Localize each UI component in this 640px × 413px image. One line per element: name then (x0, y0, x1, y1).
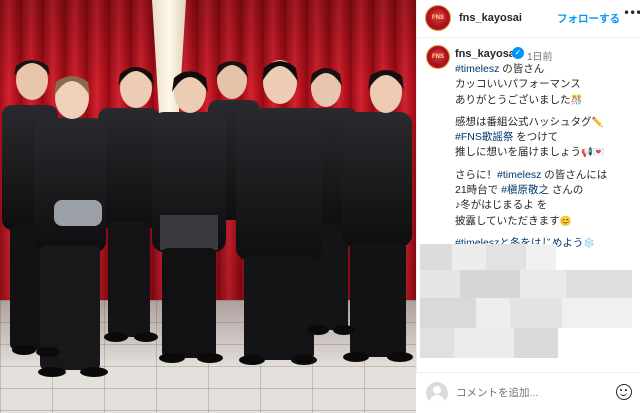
account-avatar[interactable]: FNS (425, 5, 451, 31)
user-avatar[interactable] (426, 382, 448, 404)
pencil-icon: ✏️ (591, 116, 604, 128)
caption-line-2: カッコいいパフォーマンス (455, 78, 581, 91)
hashtag-link[interactable]: #timelesz (455, 63, 499, 75)
caption-line-1: #timelesz の皆さん (455, 63, 545, 75)
caption-line-4: 感想は番組公式ハッシュタグ✏️ (455, 115, 604, 128)
person-2 (34, 76, 106, 370)
caption-line-6: 推しに想いを届けましょう📢💌 (455, 146, 605, 159)
caption-username[interactable]: fns_kayosai (455, 48, 518, 60)
post-photo[interactable] (0, 0, 416, 413)
party-popper-icon: 🎊 (570, 94, 583, 106)
hashtag-link[interactable]: #FNS歌謡祭 (455, 131, 513, 143)
caption-line-5: #FNS歌謡祭 をつけて (455, 131, 559, 144)
group-of-performers (2, 60, 413, 377)
comment-bar (416, 372, 640, 413)
person-4 (152, 71, 226, 358)
post-header: FNS fns_kayosai フォローする ••• (417, 0, 640, 38)
caption-line-9: ♪冬がはじまるよ を (455, 199, 548, 212)
verified-badge-icon: ✓ (512, 47, 524, 59)
caption-text: #timelesz の皆さん カッコいいパフォーマンス ありがとうございました🎊… (455, 62, 637, 251)
blurred-comments (416, 238, 640, 368)
hashtag-link[interactable]: #timelesz (497, 169, 541, 181)
person-8 (342, 70, 412, 357)
hashtag-link[interactable]: #槇原敬之 (501, 184, 549, 196)
more-options-icon[interactable]: ••• (623, 6, 640, 20)
caption-avatar[interactable]: FNS (426, 45, 450, 69)
caption-line-10: 披露していただきます😊 (455, 214, 572, 227)
smile-icon: 😊 (559, 215, 572, 227)
comment-input[interactable] (456, 385, 606, 401)
person-3 (98, 67, 160, 337)
post-timestamp[interactable]: 1日前 (527, 48, 553, 63)
post-caption: FNS fns_kayosai ✓ 1日前 #timelesz の皆さん カッコ… (417, 38, 640, 249)
follow-button[interactable]: フォローする (557, 11, 620, 26)
header-username[interactable]: fns_kayosai (459, 12, 522, 24)
emoji-picker-icon[interactable] (616, 384, 632, 400)
caption-line-8: 21時台で #槇原敬之 さんの (455, 184, 584, 197)
megaphone-letter-icon: 📢💌 (581, 147, 605, 159)
caption-line-7: さらに！#timelesz の皆さんには (455, 168, 608, 181)
caption-line-3: ありがとうございました🎊 (455, 93, 583, 106)
